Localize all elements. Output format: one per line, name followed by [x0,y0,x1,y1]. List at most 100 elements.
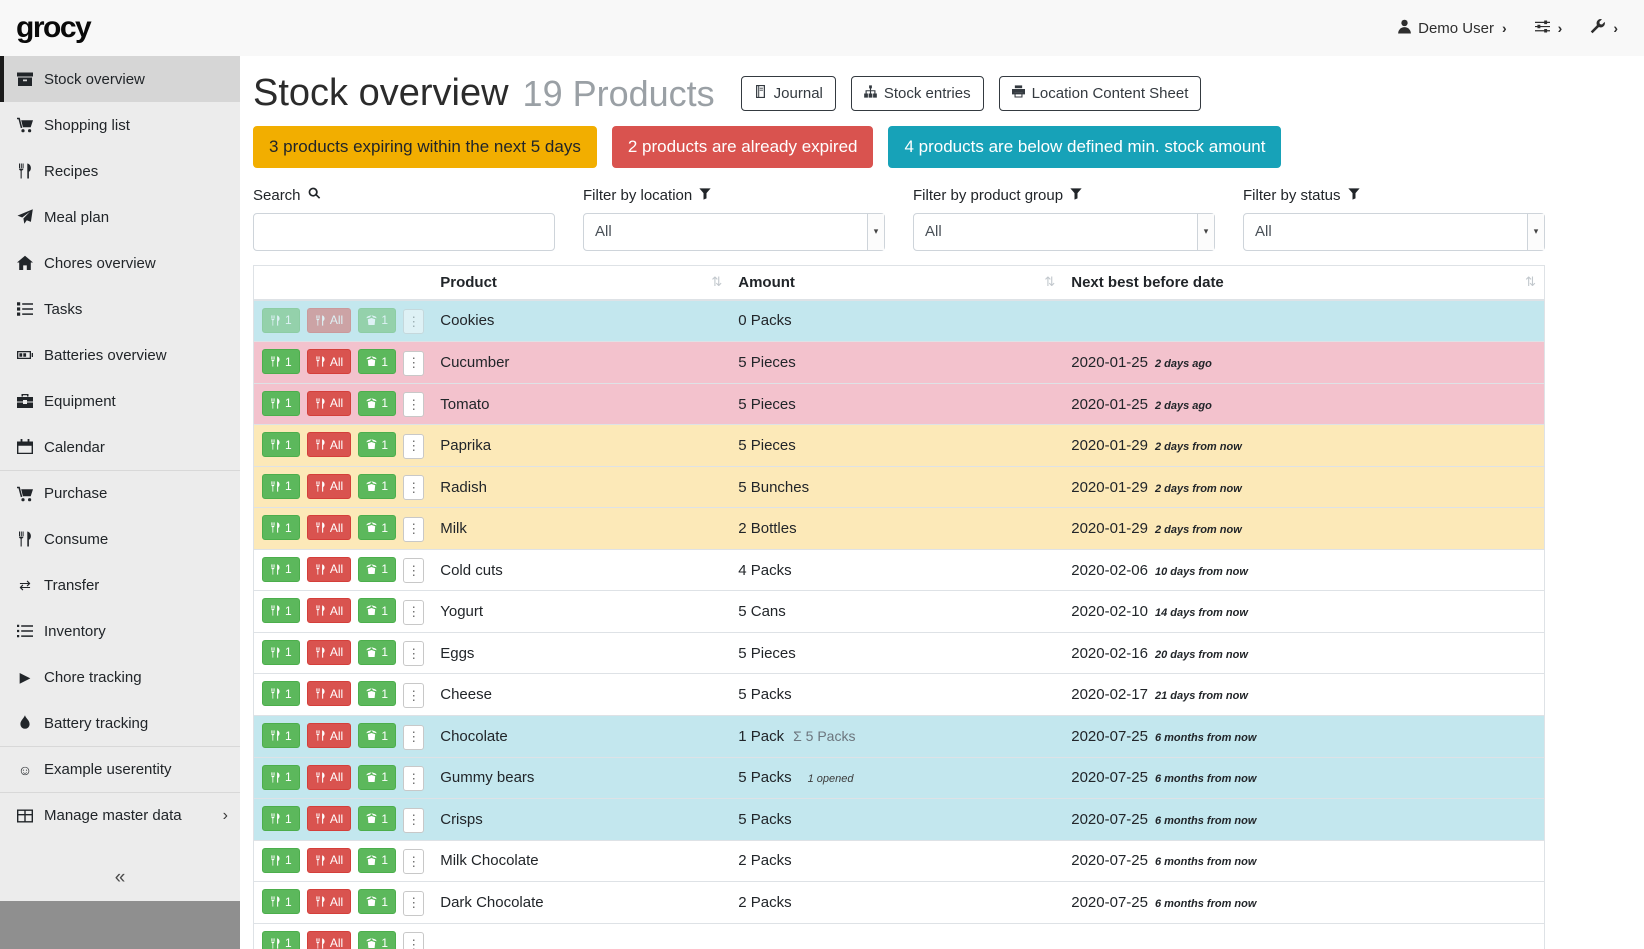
date-column-header[interactable]: Next best before date ⇅ [1063,265,1544,300]
consume-all-button[interactable]: All [307,349,351,374]
sidebar-item-meal-plan[interactable]: Meal plan [0,194,240,240]
consume-all-button[interactable]: All [307,432,351,457]
open-one-button[interactable]: 1 [358,889,396,914]
consume-one-button[interactable]: 1 [262,806,300,831]
alert-below-min[interactable]: 4 products are below defined min. stock … [888,126,1281,168]
open-one-button[interactable]: 1 [358,349,396,374]
sidebar-item-consume[interactable]: Consume [0,516,240,562]
sidebar-item-chore-tracking[interactable]: ▶ Chore tracking [0,654,240,700]
sidebar-item-calendar[interactable]: Calendar [0,424,240,470]
consume-all-button[interactable]: All [307,765,351,790]
open-one-button[interactable]: 1 [358,765,396,790]
product-group-filter-select[interactable]: All ▾ [913,213,1215,251]
stock-entries-button[interactable]: Stock entries [851,76,984,111]
sidebar-item-chores-overview[interactable]: Chores overview [0,240,240,286]
row-menu-button[interactable]: ⋮ [403,434,424,459]
row-menu-button[interactable]: ⋮ [403,683,424,708]
consume-one-button[interactable]: 1 [262,889,300,914]
open-one-button[interactable]: 1 [358,515,396,540]
sidebar-item-batteries-overview[interactable]: Batteries overview [0,332,240,378]
sidebar-item-battery-tracking[interactable]: Battery tracking [0,700,240,746]
alert-expiring[interactable]: 3 products expiring within the next 5 da… [253,126,597,168]
open-one-button[interactable]: 1 [358,931,396,949]
sidebar-item-transfer[interactable]: ⇄ Transfer [0,562,240,608]
user-menu[interactable]: Demo User › [1397,19,1507,38]
sidebar-item-stock-overview[interactable]: Stock overview [0,56,240,102]
consume-one-button[interactable]: 1 [262,681,300,706]
consume-one-button[interactable]: 1 [262,557,300,582]
consume-one-button[interactable]: 1 [262,474,300,499]
row-menu-button[interactable]: ⋮ [403,475,424,500]
search-input[interactable] [253,213,555,251]
amount-column-header[interactable]: Amount ⇅ [730,265,1063,300]
consume-all-button[interactable]: All [307,640,351,665]
status-filter-select[interactable]: All ▾ [1243,213,1545,251]
sidebar-item-shopping-list[interactable]: Shopping list [0,102,240,148]
consume-all-button[interactable]: All [307,391,351,416]
open-one-button[interactable]: 1 [358,308,396,333]
consume-all-button[interactable]: All [307,848,351,873]
row-menu-button[interactable]: ⋮ [403,891,424,916]
consume-all-button[interactable]: All [307,681,351,706]
consume-one-button[interactable]: 1 [262,391,300,416]
sidebar-item-purchase[interactable]: Purchase [0,470,240,516]
consume-all-button[interactable]: All [307,889,351,914]
admin-menu[interactable]: › [1590,19,1618,38]
journal-button[interactable]: Journal [741,76,836,111]
consume-one-button[interactable]: 1 [262,931,300,949]
consume-one-button[interactable]: 1 [262,723,300,748]
row-menu-button[interactable]: ⋮ [403,600,424,625]
sidebar-item-recipes[interactable]: Recipes [0,148,240,194]
consume-one-button[interactable]: 1 [262,432,300,457]
consume-all-button[interactable]: All [307,474,351,499]
row-menu-button[interactable]: ⋮ [403,808,424,833]
consume-one-button[interactable]: 1 [262,349,300,374]
row-menu-button[interactable]: ⋮ [403,766,424,791]
consume-all-button[interactable]: All [307,598,351,623]
sidebar-item-inventory[interactable]: Inventory [0,608,240,654]
open-one-button[interactable]: 1 [358,598,396,623]
filter-funnel-icon [1070,187,1082,204]
consume-all-button[interactable]: All [307,931,351,949]
open-one-button[interactable]: 1 [358,391,396,416]
open-one-button[interactable]: 1 [358,848,396,873]
product-column-header[interactable]: Product ⇅ [432,265,730,300]
sidebar-item-tasks[interactable]: Tasks [0,286,240,332]
location-filter-select[interactable]: All ▾ [583,213,885,251]
consume-one-button[interactable]: 1 [262,308,300,333]
consume-one-button[interactable]: 1 [262,640,300,665]
consume-one-button[interactable]: 1 [262,848,300,873]
consume-one-button[interactable]: 1 [262,765,300,790]
alert-expired[interactable]: 2 products are already expired [612,126,874,168]
consume-one-button[interactable]: 1 [262,515,300,540]
consume-all-button[interactable]: All [307,515,351,540]
sidebar-collapse-button[interactable]: « [0,855,240,901]
consume-all-button[interactable]: All [307,557,351,582]
row-menu-button[interactable]: ⋮ [403,517,424,542]
sidebar-item-equipment[interactable]: Equipment [0,378,240,424]
sidebar-item-example-userentity[interactable]: ☺ Example userentity [0,746,240,792]
open-one-button[interactable]: 1 [358,681,396,706]
row-menu-button[interactable]: ⋮ [403,392,424,417]
location-content-sheet-button[interactable]: Location Content Sheet [999,76,1202,111]
sidebar-item-manage-master-data[interactable]: Manage master data › [0,792,240,838]
consume-all-button[interactable]: All [307,806,351,831]
consume-one-button[interactable]: 1 [262,598,300,623]
open-one-button[interactable]: 1 [358,723,396,748]
row-menu-button[interactable]: ⋮ [403,351,424,376]
row-menu-button[interactable]: ⋮ [403,558,424,583]
row-menu-button[interactable]: ⋮ [403,849,424,874]
consume-all-button[interactable]: All [307,308,351,333]
consume-all-button[interactable]: All [307,723,351,748]
open-one-button[interactable]: 1 [358,474,396,499]
row-menu-button[interactable]: ⋮ [403,725,424,750]
row-menu-button[interactable]: ⋮ [403,309,424,334]
open-one-button[interactable]: 1 [358,640,396,665]
row-menu-button[interactable]: ⋮ [403,641,424,666]
app-logo[interactable]: grocy [16,11,90,45]
open-one-button[interactable]: 1 [358,806,396,831]
row-menu-button[interactable]: ⋮ [403,932,424,949]
open-one-button[interactable]: 1 [358,432,396,457]
settings-menu[interactable]: › [1535,19,1563,38]
open-one-button[interactable]: 1 [358,557,396,582]
